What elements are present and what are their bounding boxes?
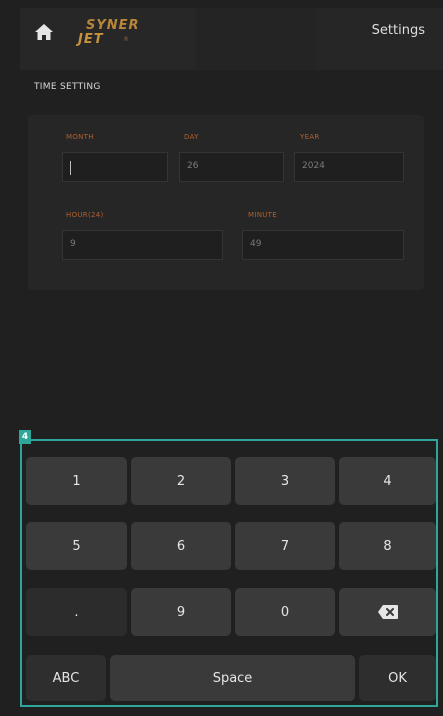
synerjet-logo: SYNER JET ® — [78, 18, 140, 47]
hour-label: HOUR(24) — [66, 211, 104, 219]
year-value: 2024 — [302, 161, 325, 171]
time-setting-panel — [28, 115, 424, 290]
year-field[interactable]: 2024 — [294, 152, 404, 182]
space-button[interactable]: Space — [110, 655, 355, 701]
backspace-button[interactable] — [339, 588, 436, 636]
key-dot[interactable]: . — [26, 588, 127, 636]
abc-button[interactable]: ABC — [26, 655, 106, 701]
year-label: YEAR — [300, 133, 320, 141]
day-field[interactable]: 26 — [179, 152, 284, 182]
day-value: 26 — [187, 161, 199, 171]
key-6[interactable]: 6 — [131, 522, 231, 570]
day-label: DAY — [184, 133, 199, 141]
section-title: TIME SETTING — [34, 82, 101, 92]
hour-value: 9 — [70, 239, 76, 249]
top-bar-segment — [196, 8, 316, 70]
minute-label: MINUTE — [248, 211, 277, 219]
settings-title[interactable]: Settings — [372, 23, 425, 38]
key-1[interactable]: 1 — [26, 457, 127, 505]
backspace-icon — [377, 605, 398, 619]
key-7[interactable]: 7 — [235, 522, 335, 570]
key-3[interactable]: 3 — [235, 457, 335, 505]
ok-button[interactable]: OK — [359, 655, 436, 701]
key-9[interactable]: 9 — [131, 588, 231, 636]
month-label: MONTH — [66, 133, 94, 141]
top-bar-segment — [316, 8, 443, 70]
text-cursor — [70, 161, 71, 175]
key-0[interactable]: 0 — [235, 588, 335, 636]
key-8[interactable]: 8 — [339, 522, 436, 570]
key-5[interactable]: 5 — [26, 522, 127, 570]
keyboard-tag: 4 — [19, 430, 31, 444]
home-icon[interactable] — [34, 23, 54, 41]
hour-field[interactable]: 9 — [62, 230, 223, 260]
key-2[interactable]: 2 — [131, 457, 231, 505]
key-4[interactable]: 4 — [339, 457, 436, 505]
month-field[interactable] — [62, 152, 168, 182]
minute-value: 49 — [250, 239, 262, 249]
minute-field[interactable]: 49 — [242, 230, 404, 260]
